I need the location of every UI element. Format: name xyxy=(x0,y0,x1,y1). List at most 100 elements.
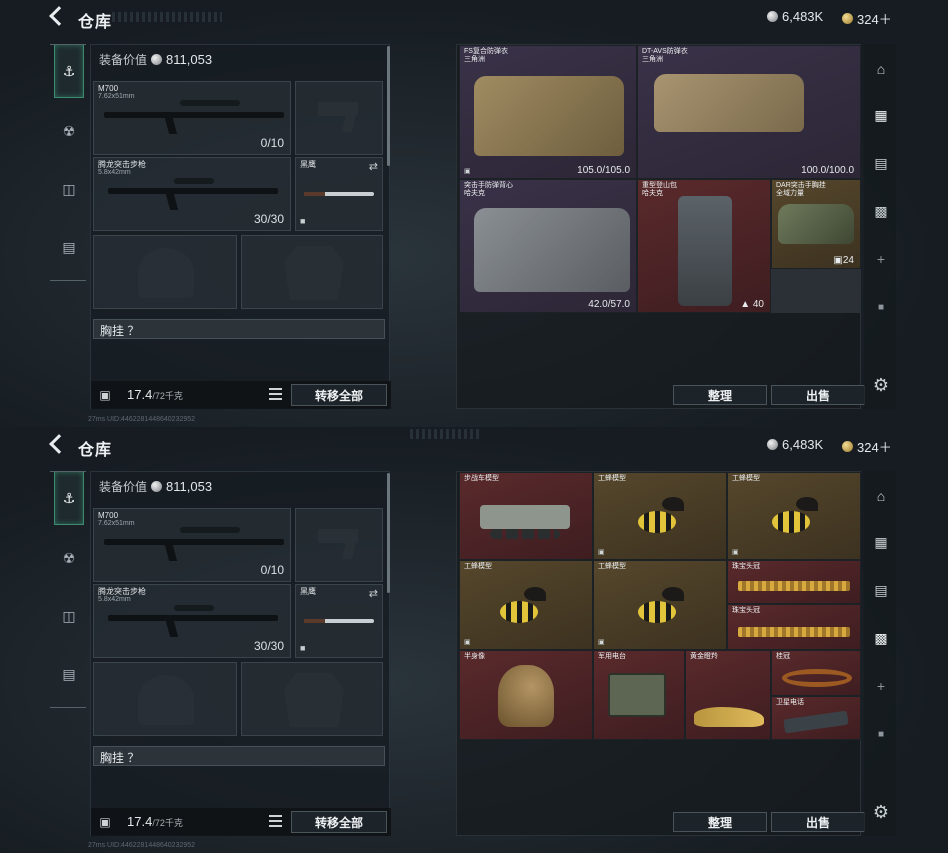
rail-item-medkit[interactable]: ▤ xyxy=(54,232,84,262)
gold-currency[interactable]: 324＋ xyxy=(842,9,892,28)
back-arrow-icon[interactable] xyxy=(49,6,69,26)
storage-item[interactable]: 卫星电话 xyxy=(771,696,861,740)
armor-slot[interactable] xyxy=(241,662,383,736)
melee-name: 黑鹰 xyxy=(300,160,316,169)
item-name: 工蜂模型 xyxy=(598,475,626,482)
storage-item[interactable]: 工蜂模型 ▣ xyxy=(593,472,727,560)
storage-item[interactable]: FS复合防弹衣 三角洲 ▣ 105.0/105.0 xyxy=(459,45,637,179)
settings-button[interactable]: ⚙ xyxy=(870,801,892,823)
rail-item-weapons[interactable]: ⚓ xyxy=(54,44,84,98)
storage-item[interactable]: 工蜂模型 ▣ xyxy=(593,560,727,650)
pistol-slot[interactable] xyxy=(295,508,383,582)
sort-button[interactable]: 整理 xyxy=(673,812,767,832)
armor-slot[interactable] xyxy=(241,235,383,309)
tab-storage-1[interactable]: ▦ xyxy=(870,531,892,553)
item-capacity: ▣24 xyxy=(833,255,854,266)
secondary-weapon-name: 腾龙突击步枪 xyxy=(98,160,146,169)
shelf-icon: ▤ xyxy=(874,154,888,171)
rail-item-armor[interactable]: ☢ xyxy=(54,543,84,573)
tab-storage-1[interactable]: ▦ xyxy=(870,104,892,126)
tab-storage-2[interactable]: ▤ xyxy=(870,152,892,174)
warehouse-panel-top: 仓库 6,483K 324＋ ⚓ ☢ ◫ ▤ 装备价值 811,053 M700 … xyxy=(0,0,948,427)
crate-icon: ▩ xyxy=(874,629,888,646)
helmet-icon: ☢ xyxy=(62,122,76,139)
storage-item[interactable]: 半身像 xyxy=(459,650,593,740)
loadout-scrollbar[interactable] xyxy=(387,46,390,166)
item-name: DT-AVS防弹衣 三角洲 xyxy=(642,48,688,63)
loadout-bottom-bar: ▣ 17.4/72千克 转移全部 xyxy=(91,808,391,836)
add-tab-button[interactable]: + xyxy=(870,248,892,270)
primary-weapon-slot[interactable]: M700 7.62x51mm 0/10 xyxy=(93,81,291,155)
storage-item[interactable]: 珠宝头冠 xyxy=(727,560,861,604)
bust-statue-icon xyxy=(498,665,554,727)
locked-tab: ■ xyxy=(870,296,892,318)
item-name: 突击手防弹背心 哈夫克 xyxy=(464,182,513,197)
transfer-all-button[interactable]: 转移全部 xyxy=(291,811,387,833)
settings-button[interactable]: ⚙ xyxy=(870,374,892,396)
tab-all[interactable]: ⌂ xyxy=(870,58,892,80)
item-capacity-value: 24 xyxy=(842,255,854,266)
sell-button[interactable]: 出售 xyxy=(771,812,865,832)
list-icon[interactable] xyxy=(269,815,282,827)
medkit-icon: ▤ xyxy=(62,238,76,255)
gold-currency[interactable]: 324＋ xyxy=(842,437,892,456)
melee-slot[interactable]: 黑鹰 ⇄ ■ xyxy=(295,584,383,658)
box-icon: ▦ xyxy=(874,533,888,550)
item-name: FS复合防弹衣 三角洲 xyxy=(464,48,508,63)
primary-weapon-ammo: 0/10 xyxy=(260,563,284,577)
sniper-rifle-icon xyxy=(104,539,284,545)
storage-item[interactable]: 重型登山包 哈夫克 ▲ 40 xyxy=(637,179,771,313)
secondary-weapon-caliber: 5.8x42mm xyxy=(98,169,131,176)
chest-rig-slot[interactable]: 胸挂 ？ xyxy=(93,746,385,766)
top-bar: 仓库 6,483K 324＋ xyxy=(0,0,948,36)
storage-item[interactable]: 黄金瞪羚 xyxy=(685,650,771,740)
bee-model-icon xyxy=(638,497,684,533)
swap-icon[interactable]: ⇄ xyxy=(369,160,378,173)
storage-item[interactable]: 突击手防弹背心 哈夫克 42.0/57.0 xyxy=(459,179,637,313)
tab-storage-3[interactable]: ▩ xyxy=(870,627,892,649)
storage-grid: FS复合防弹衣 三角洲 ▣ 105.0/105.0 DT-AVS防弹衣 三角洲 … xyxy=(456,44,865,409)
storage-item[interactable]: DT-AVS防弹衣 三角洲 100.0/100.0 xyxy=(637,45,861,179)
rail-item-medkit[interactable]: ▤ xyxy=(54,659,84,689)
pistol-slot[interactable] xyxy=(295,81,383,155)
rail-item-backpack[interactable]: ◫ xyxy=(54,601,84,631)
storage-item[interactable]: 桂冠 xyxy=(771,650,861,696)
loadout-scrollbar[interactable] xyxy=(387,473,390,593)
rail-item-armor[interactable]: ☢ xyxy=(54,116,84,146)
rail-item-weapons[interactable]: ⚓ xyxy=(54,471,84,525)
storage-item[interactable]: 军用电台 xyxy=(593,650,685,740)
helmet-slot[interactable] xyxy=(93,235,237,309)
medkit-icon: ▤ xyxy=(62,665,76,682)
rail-item-backpack[interactable]: ◫ xyxy=(54,174,84,204)
secondary-weapon-slot[interactable]: 腾龙突击步枪 5.8x42mm 30/30 xyxy=(93,157,291,231)
tab-storage-2[interactable]: ▤ xyxy=(870,579,892,601)
top-bar: 仓库 6,483K 324＋ xyxy=(0,427,948,463)
secondary-weapon-slot[interactable]: 腾龙突击步枪 5.8x42mm 30/30 xyxy=(93,584,291,658)
storage-grid-area: FS复合防弹衣 三角洲 ▣ 105.0/105.0 DT-AVS防弹衣 三角洲 … xyxy=(459,45,861,313)
equipment-value-label: 装备价值 xyxy=(99,480,148,494)
storage-item[interactable]: DAR突击手胸挂 全域力量 ▣24 xyxy=(771,179,861,269)
chest-rig-slot[interactable]: 胸挂 ？ xyxy=(93,319,385,339)
primary-weapon-name: M700 xyxy=(98,511,119,520)
swap-icon[interactable]: ⇄ xyxy=(369,587,378,600)
sort-button[interactable]: 整理 xyxy=(673,385,767,405)
pistol-icon: ⚓ xyxy=(62,489,76,506)
sniper-rifle-icon xyxy=(104,112,284,118)
melee-slot[interactable]: 黑鹰 ⇄ ■ xyxy=(295,157,383,231)
armor-vest-icon xyxy=(474,208,630,292)
storage-item[interactable]: 步战车模型 xyxy=(459,472,593,560)
back-arrow-icon[interactable] xyxy=(49,434,69,454)
list-icon[interactable] xyxy=(269,388,282,400)
storage-item[interactable]: 工蜂模型 ▣ xyxy=(727,472,861,560)
helmet-slot[interactable] xyxy=(93,662,237,736)
primary-weapon-slot[interactable]: M700 7.62x51mm 0/10 xyxy=(93,508,291,582)
tab-all[interactable]: ⌂ xyxy=(870,485,892,507)
satellite-phone-icon xyxy=(783,710,849,734)
backpack-item-icon xyxy=(678,196,732,306)
transfer-all-button[interactable]: 转移全部 xyxy=(291,384,387,406)
storage-item[interactable]: 工蜂模型 ▣ xyxy=(459,560,593,650)
tab-storage-3[interactable]: ▩ xyxy=(870,200,892,222)
add-tab-button[interactable]: + xyxy=(870,675,892,697)
sell-button[interactable]: 出售 xyxy=(771,385,865,405)
storage-item[interactable]: 珠宝头冠 xyxy=(727,604,861,650)
